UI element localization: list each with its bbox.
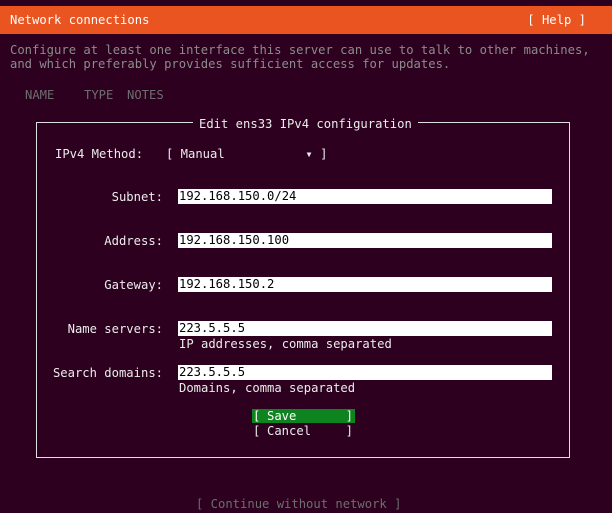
subnet-input[interactable]: 192.168.150.0/24 xyxy=(178,189,552,204)
subnet-label: Subnet: xyxy=(111,190,163,204)
cancel-button[interactable]: [Cancel] xyxy=(252,424,355,438)
address-input[interactable]: 192.168.150.100 xyxy=(178,233,552,248)
column-header-name: NAME xyxy=(25,88,55,102)
dialog-title: Edit ens33 IPv4 configuration xyxy=(193,117,418,131)
continue-without-network-button[interactable]: [ Continue without network ] xyxy=(196,497,401,511)
save-button[interactable]: [Save] xyxy=(252,409,355,423)
name-servers-label: Name servers: xyxy=(67,322,163,336)
help-button[interactable]: [ Help ] xyxy=(527,13,586,27)
header-bar: Network connections [ Help ] xyxy=(0,6,612,34)
name-servers-input[interactable]: 223.5.5.5 xyxy=(178,321,552,336)
search-domains-label: Search domains: xyxy=(52,366,163,380)
intro-text: Configure at least one interface this se… xyxy=(10,43,590,71)
address-label: Address: xyxy=(104,234,163,248)
save-button-label: Save xyxy=(267,409,297,423)
gateway-label: Gateway: xyxy=(104,278,163,292)
gateway-input[interactable]: 192.168.150.2 xyxy=(178,277,552,292)
cancel-button-label: Cancel xyxy=(267,424,312,438)
search-domains-hint: Domains, comma separated xyxy=(179,381,356,395)
ipv4-method-label: IPv4 Method: xyxy=(55,147,144,161)
column-header-type: TYPE xyxy=(84,88,114,102)
page-title: Network connections xyxy=(10,13,150,27)
intro-line-1: Configure at least one interface this se… xyxy=(10,43,590,57)
column-header-notes: NOTES xyxy=(127,88,164,102)
search-domains-input[interactable]: 223.5.5.5 xyxy=(178,365,552,380)
ipv4-method-select[interactable]: [ Manual ▾ ] xyxy=(166,147,327,161)
name-servers-hint: IP addresses, comma separated xyxy=(179,337,392,351)
intro-line-2: and which preferably provides sufficient… xyxy=(10,57,451,71)
